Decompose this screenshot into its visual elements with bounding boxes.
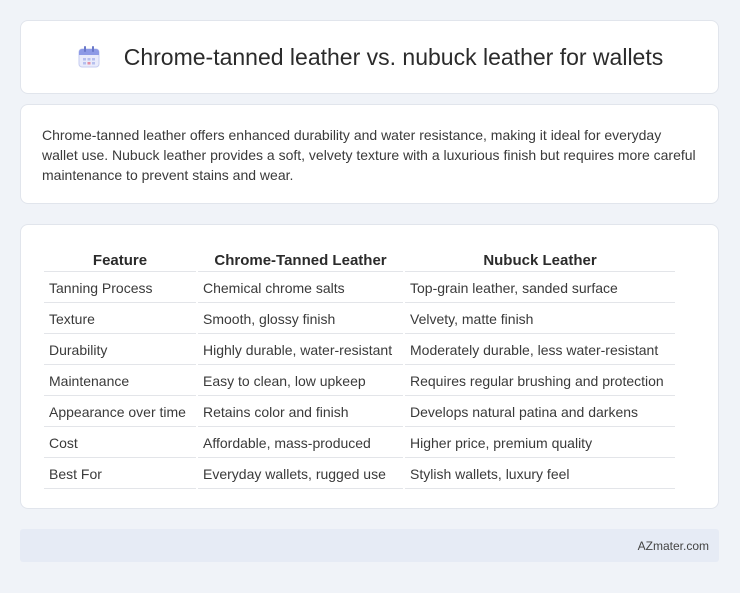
table-row: Appearance over time Retains color and f… [44,398,675,427]
table-row: Durability Highly durable, water-resista… [44,336,675,365]
description-text: Chrome-tanned leather offers enhanced du… [42,127,696,183]
page-title: Chrome-tanned leather vs. nubuck leather… [123,43,664,70]
nubuck-cell: Requires regular brushing and protection [405,367,675,396]
footer-bar: AZmater.com [20,529,719,562]
chrome-cell: Easy to clean, low upkeep [198,367,403,396]
nubuck-cell: Higher price, premium quality [405,429,675,458]
title-row: Chrome-tanned leather vs. nubuck leather… [21,21,718,93]
nubuck-cell: Velvety, matte finish [405,305,675,334]
feature-cell: Maintenance [44,367,196,396]
chrome-cell: Retains color and finish [198,398,403,427]
nubuck-cell: Develops natural patina and darkens [405,398,675,427]
chrome-cell: Affordable, mass-produced [198,429,403,458]
feature-cell: Texture [44,305,196,334]
header-nubuck: Nubuck Leather [405,247,675,272]
table-header-row: Feature Chrome-Tanned Leather Nubuck Lea… [44,247,675,272]
title-card: Chrome-tanned leather vs. nubuck leather… [20,20,719,94]
calendar-icon [76,44,102,70]
comparison-table-card: Feature Chrome-Tanned Leather Nubuck Lea… [20,224,719,509]
table-row: Best For Everyday wallets, rugged use St… [44,460,675,489]
chrome-cell: Chemical chrome salts [198,274,403,303]
nubuck-cell: Moderately durable, less water-resistant [405,336,675,365]
table-row: Texture Smooth, glossy finish Velvety, m… [44,305,675,334]
table-row: Tanning Process Chemical chrome salts To… [44,274,675,303]
nubuck-cell: Top-grain leather, sanded surface [405,274,675,303]
comparison-table: Feature Chrome-Tanned Leather Nubuck Lea… [42,245,677,491]
header-chrome-tanned: Chrome-Tanned Leather [198,247,403,272]
footer-brand-link[interactable]: AZmater.com [638,539,709,553]
feature-cell: Tanning Process [44,274,196,303]
feature-cell: Cost [44,429,196,458]
nubuck-cell: Stylish wallets, luxury feel [405,460,675,489]
feature-cell: Appearance over time [44,398,196,427]
feature-cell: Best For [44,460,196,489]
header-feature: Feature [44,247,196,272]
chrome-cell: Highly durable, water-resistant [198,336,403,365]
table-row: Maintenance Easy to clean, low upkeep Re… [44,367,675,396]
chrome-cell: Smooth, glossy finish [198,305,403,334]
chrome-cell: Everyday wallets, rugged use [198,460,403,489]
description-card: Chrome-tanned leather offers enhanced du… [20,104,719,204]
feature-cell: Durability [44,336,196,365]
table-row: Cost Affordable, mass-produced Higher pr… [44,429,675,458]
